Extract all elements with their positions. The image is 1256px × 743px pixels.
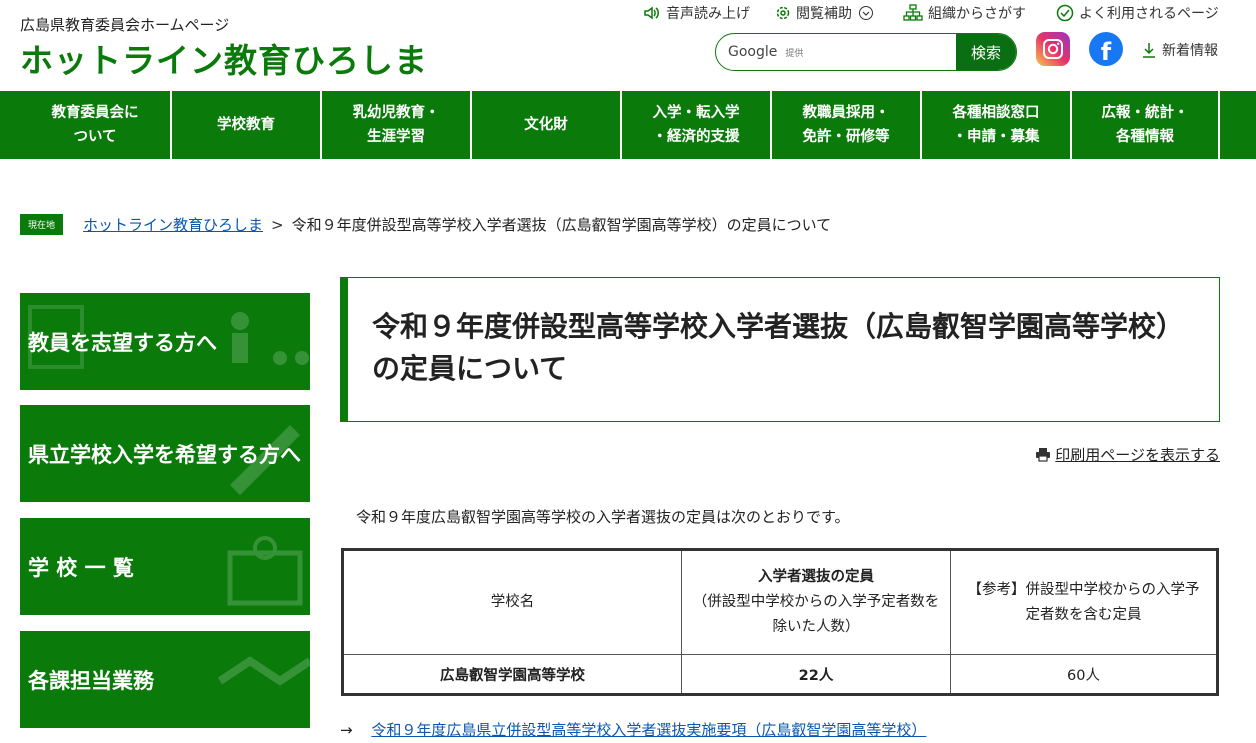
utility-voice-label: 音声読み上げ xyxy=(666,6,750,22)
chevron-down-icon xyxy=(859,6,873,20)
search-input[interactable]: Google 提供 xyxy=(716,34,956,70)
news-label: 新着情報 xyxy=(1162,43,1218,59)
gnav-item-cultural-property[interactable]: 文化財 xyxy=(470,91,620,159)
search-button[interactable]: 検索 xyxy=(956,34,1016,70)
table-header-school: 学校名 xyxy=(342,549,682,655)
site-subtitle: 広島県教育委員会ホームページ xyxy=(20,16,230,34)
breadcrumb-here-badge: 現在地 xyxy=(20,214,64,235)
utility-popular-label: よく利用されるページ xyxy=(1079,6,1219,22)
capacity-header-note: （併設型中学校からの入学予定者数を除いた人数） xyxy=(692,594,940,635)
gear-icon xyxy=(776,6,790,20)
printer-icon xyxy=(1036,448,1051,462)
gnav-label: ・申請・募集 xyxy=(952,129,1040,145)
utility-assist-link[interactable]: 閲覧補助 xyxy=(775,3,879,23)
gnav-label: 乳幼児教育・ xyxy=(352,105,440,121)
gnav-label: 教育委員会に xyxy=(51,105,139,121)
sidebar-item-school-list[interactable]: 学 校 一 覧 xyxy=(20,518,310,615)
table-row: 広島叡智学園高等学校 22人 60人 xyxy=(342,654,1218,695)
speaker-icon xyxy=(644,6,659,20)
news-link[interactable]: 新着情報 xyxy=(1142,40,1218,60)
gnav-item-board[interactable]: 教育委員会に ついて xyxy=(20,91,170,159)
gnav-label: ・経済的支援 xyxy=(652,129,740,145)
utility-org-label: 組織からさがす xyxy=(928,6,1026,22)
search-brand: Google xyxy=(728,44,778,60)
utility-org-link[interactable]: 組織からさがす xyxy=(903,3,1026,23)
search-provided: 提供 xyxy=(785,48,804,59)
check-circle-icon xyxy=(1056,4,1074,22)
related-link-row: → 令和９年度広島県立併設型高等学校入学者選抜実施要項（広島叡智学園高等学校） xyxy=(340,719,926,740)
page-title-box: 令和９年度併設型高等学校入学者選抜（広島叡智学園高等学校）の定員について xyxy=(340,277,1220,422)
download-icon xyxy=(1143,43,1155,58)
breadcrumb-current: 令和９年度併設型高等学校入学者選抜（広島叡智学園高等学校）の定員について xyxy=(291,216,832,234)
page-title: 令和９年度併設型高等学校入学者選抜（広島叡智学園高等学校）の定員について xyxy=(372,310,1185,385)
site-search: Google 提供 検索 xyxy=(715,33,1017,71)
utility-voice-link[interactable]: 音声読み上げ xyxy=(643,3,750,23)
gnav-item-staff-recruitment[interactable]: 教職員採用・ 免許・研修等 xyxy=(770,91,920,159)
gnav-label: 生涯学習 xyxy=(367,129,425,145)
breadcrumb: 現在地 ホットライン教育ひろしま > 令和９年度併設型高等学校入学者選抜（広島叡… xyxy=(20,214,831,235)
gnav-label: 学校教育 xyxy=(217,117,275,133)
cell-school-name: 広島叡智学園高等学校 xyxy=(342,654,682,695)
gnav-label: 各種相談窓口 xyxy=(952,105,1040,121)
school-illustration-icon xyxy=(227,536,303,606)
breadcrumb-home-link[interactable]: ホットライン教育ひろしま xyxy=(83,214,263,235)
org-chart-icon xyxy=(903,4,923,21)
utility-popular-link[interactable]: よく利用されるページ xyxy=(1056,3,1219,23)
sidebar-label: 県立学校入学を希望する方へ xyxy=(28,442,301,467)
gnav-label: 各種情報 xyxy=(1116,129,1174,145)
gnav-item-school-education[interactable]: 学校教育 xyxy=(170,91,320,159)
breadcrumb-separator: > xyxy=(271,215,284,234)
sidebar-label: 学 校 一 覧 xyxy=(28,555,134,580)
capacity-table: 学校名 入学者選抜の定員 （併設型中学校からの入学予定者数を除いた人数） 【参考… xyxy=(341,548,1219,696)
teacher-illustration-icon xyxy=(231,312,309,365)
print-label: 印刷用ページを表示する xyxy=(1055,446,1220,464)
table-header-capacity: 入学者選抜の定員 （併設型中学校からの入学予定者数を除いた人数） xyxy=(681,549,951,655)
site-title[interactable]: ホットライン教育ひろしま xyxy=(20,34,428,82)
intro-text: 令和９年度広島叡智学園高等学校の入学者選抜の定員は次のとおりです。 xyxy=(356,508,850,526)
table-header-reference: 【参考】併設型中学校からの入学予定者数を含む定員 xyxy=(950,549,1218,655)
gnav-item-early-childhood[interactable]: 乳幼児教育・ 生涯学習 xyxy=(320,91,470,159)
sidebar-label: 教員を志望する方へ xyxy=(28,330,217,355)
gnav-label: 免許・研修等 xyxy=(802,129,890,145)
facebook-icon[interactable]: f xyxy=(1089,32,1123,66)
sidebar-label: 各課担当業務 xyxy=(28,668,154,693)
cell-total-capacity: 60人 xyxy=(950,654,1218,695)
cell-capacity: 22人 xyxy=(681,654,951,695)
instagram-icon[interactable] xyxy=(1036,32,1070,66)
print-link[interactable]: 印刷用ページを表示する xyxy=(1035,444,1220,465)
gnav-label: ついて xyxy=(73,129,117,145)
gnav-item-admission[interactable]: 入学・転入学 ・経済的支援 xyxy=(620,91,770,159)
gnav-label: 教職員採用・ xyxy=(802,105,890,121)
global-nav: 教育委員会に ついて 学校教育 乳幼児教育・ 生涯学習 文化財 入学・転入学 ・経済的… xyxy=(0,91,1256,159)
table-header-row: 学校名 入学者選抜の定員 （併設型中学校からの入学予定者数を除いた人数） 【参考… xyxy=(342,549,1218,655)
sidebar-item-teacher[interactable]: 教員を志望する方へ xyxy=(20,293,310,390)
capacity-header-title: 入学者選抜の定員 xyxy=(758,569,874,585)
sidebar-item-departments[interactable]: 各課担当業務 xyxy=(20,631,310,728)
gnav-item-publicity[interactable]: 広報・統計・ 各種情報 xyxy=(1070,91,1220,159)
arrow-icon: → xyxy=(340,721,353,739)
sidebar-item-admission[interactable]: 県立学校入学を希望する方へ xyxy=(20,405,310,502)
gnav-item-consultation[interactable]: 各種相談窓口 ・申請・募集 xyxy=(920,91,1070,159)
related-link[interactable]: 令和９年度広島県立併設型高等学校入学者選抜実施要項（広島叡智学園高等学校） xyxy=(371,721,926,739)
utility-assist-label: 閲覧補助 xyxy=(796,6,852,22)
gnav-label: 文化財 xyxy=(524,117,568,133)
gnav-label: 入学・転入学 xyxy=(652,105,740,121)
handshake-illustration-icon xyxy=(217,656,310,686)
gnav-label: 広報・統計・ xyxy=(1101,105,1189,121)
